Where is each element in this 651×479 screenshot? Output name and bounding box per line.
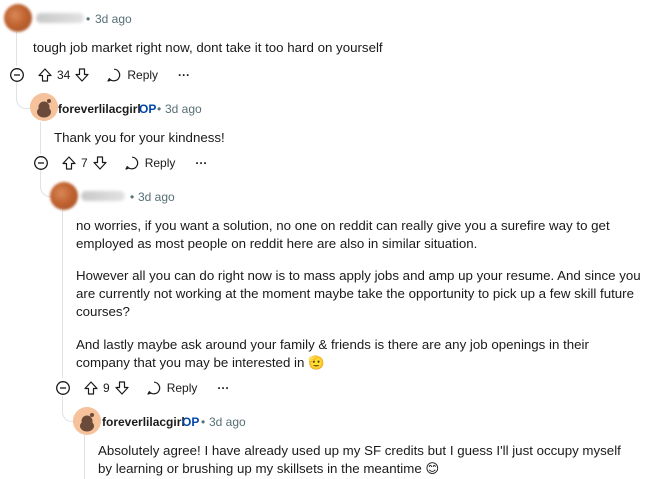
collapse-icon[interactable] [55, 380, 71, 396]
timestamp-prefix: • [157, 102, 162, 116]
timestamp-prefix: • [86, 12, 91, 26]
downvote-arrow-icon[interactable] [114, 380, 130, 396]
comment-body: Thank you for your kindness! [54, 130, 225, 145]
comment-paragraph: And lastly maybe ask around your family … [76, 337, 589, 370]
more-options-button[interactable]: ··· [178, 68, 190, 82]
reply-button[interactable]: Reply [124, 155, 176, 171]
comment-actions: 9 Reply ··· [55, 379, 229, 397]
vote-count: 9 [103, 381, 110, 395]
snoo-avatar-icon [73, 407, 101, 435]
avatar[interactable] [4, 4, 32, 32]
avatar[interactable] [30, 93, 58, 121]
timestamp-prefix: • [130, 190, 135, 204]
comment-actions: 34 Reply ··· [9, 66, 190, 84]
upvote-arrow-icon[interactable] [61, 155, 77, 171]
comment-actions: 7 Reply ··· [33, 154, 207, 172]
avatar[interactable] [73, 407, 101, 435]
thread-elbow-c2 [16, 82, 31, 109]
username-redacted [36, 13, 84, 23]
more-options-button[interactable]: ··· [217, 381, 229, 395]
comment-body: Absolutely agree! I have already used up… [98, 443, 621, 476]
comment-paragraph: no worries, if you want a solution, no o… [76, 218, 610, 251]
op-badge: OP [139, 102, 157, 116]
snoo-avatar-icon [30, 93, 58, 121]
timestamp[interactable]: 3d ago [209, 415, 246, 429]
speech-bubble-icon [147, 381, 160, 395]
thread-line-c4[interactable] [84, 435, 85, 479]
vote-count: 7 [81, 156, 88, 170]
speech-bubble-icon [125, 156, 138, 170]
timestamp[interactable]: 3d ago [165, 102, 202, 116]
reply-label: Reply [127, 68, 159, 82]
author-name[interactable]: foreverlilacgirl [58, 102, 141, 116]
op-badge: OP [182, 415, 200, 429]
author-name[interactable]: foreverlilacgirl [102, 415, 185, 429]
timestamp[interactable]: 3d ago [138, 190, 175, 204]
downvote-arrow-icon[interactable] [74, 67, 90, 83]
more-options-button[interactable]: ··· [195, 156, 207, 170]
thread-line-c1[interactable] [16, 32, 17, 66]
collapse-icon[interactable] [33, 155, 49, 171]
timestamp[interactable]: 3d ago [95, 12, 132, 26]
thread-line-c2[interactable] [40, 122, 41, 154]
thread-line-c3[interactable] [62, 208, 63, 378]
reply-button[interactable]: Reply [106, 67, 158, 83]
upvote-arrow-icon[interactable] [37, 67, 53, 83]
downvote-arrow-icon[interactable] [92, 155, 108, 171]
reply-label: Reply [166, 381, 198, 395]
collapse-icon[interactable] [9, 67, 25, 83]
comment-body: tough job market right now, dont take it… [33, 40, 383, 55]
comment-paragraph: However all you can do right now is to m… [76, 268, 641, 319]
reply-label: Reply [144, 156, 176, 170]
timestamp-prefix: • [201, 415, 206, 429]
username-redacted [81, 191, 125, 201]
speech-bubble-icon [107, 68, 121, 82]
avatar[interactable] [50, 182, 78, 210]
vote-count: 34 [57, 68, 71, 82]
reply-button[interactable]: Reply [146, 380, 198, 396]
upvote-arrow-icon[interactable] [83, 380, 99, 396]
